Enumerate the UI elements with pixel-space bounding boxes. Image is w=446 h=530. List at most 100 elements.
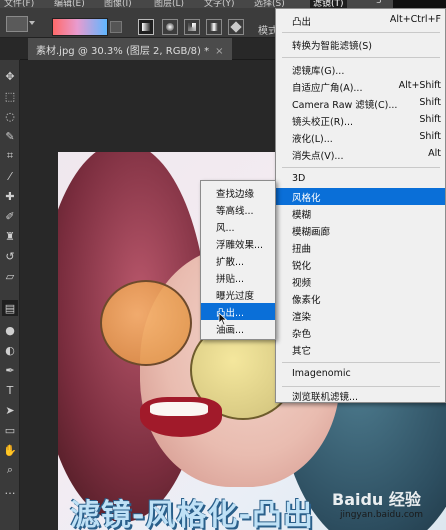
menu-item-label: 渲染: [292, 312, 312, 323]
menu-edit[interactable]: 编辑(E): [54, 0, 85, 8]
linear-gradient-button[interactable]: [138, 19, 154, 35]
history-brush-tool-icon[interactable]: ↺: [2, 248, 18, 264]
menu-type[interactable]: 文字(Y): [204, 0, 235, 8]
submenu-item-wind[interactable]: 风...: [201, 218, 275, 235]
menu-layer[interactable]: 图层(L): [154, 0, 184, 8]
dodge-tool-icon[interactable]: ◐: [2, 342, 18, 358]
hand-tool-icon[interactable]: ✋: [2, 442, 18, 458]
type-tool-icon[interactable]: T: [2, 382, 18, 398]
menu-item-blur-gallery[interactable]: 模糊画廊: [276, 222, 445, 239]
submenu-item-diffuse[interactable]: 扩散...: [201, 252, 275, 269]
menu-item-blur[interactable]: 模糊: [276, 205, 445, 222]
menu-item-shortcut: Shift: [419, 114, 441, 125]
eyedropper-tool-icon[interactable]: ⁄: [2, 168, 18, 184]
menu-item-pixelate[interactable]: 像素化: [276, 290, 445, 307]
menu-item-shortcut: Alt+Shift: [398, 80, 441, 91]
menu-item-sharpen[interactable]: 锐化: [276, 256, 445, 273]
reflected-gradient-button[interactable]: [206, 19, 222, 35]
submenu-item-contour[interactable]: 等高线...: [201, 201, 275, 218]
brush-tool-icon[interactable]: ✐: [2, 208, 18, 224]
menu-item-video[interactable]: 视频: [276, 273, 445, 290]
diamond-gradient-button[interactable]: [228, 19, 244, 35]
tools-panel: ✥ ⬚ ◌ ✎ ⌗ ⁄ ✚ ✐ ♜ ↺ ▱ ▤ ● ◐ ✒ T ➤ ▭ ✋ ⌕ …: [0, 60, 20, 530]
quick-select-tool-icon[interactable]: ✎: [2, 128, 18, 144]
angle-gradient-button[interactable]: [184, 19, 200, 35]
menu-item-3d[interactable]: 3D: [276, 171, 445, 188]
move-tool-icon[interactable]: ✥: [2, 68, 18, 84]
menu-item-camera-raw[interactable]: Camera Raw 滤镜(C)... Shift: [276, 95, 445, 112]
menu-item-adaptive-wide-angle[interactable]: 自适应广角(A)... Alt+Shift: [276, 78, 445, 95]
menu-separator: [282, 362, 440, 363]
submenu-item-tiles[interactable]: 拼贴...: [201, 269, 275, 286]
menu-item-lens-correction[interactable]: 镜头校正(R)... Shift: [276, 112, 445, 129]
lasso-tool-icon[interactable]: ◌: [2, 108, 18, 124]
path-select-tool-icon[interactable]: ➤: [2, 402, 18, 418]
menu-file[interactable]: 文件(F): [4, 0, 34, 8]
menu-separator: [282, 32, 440, 33]
menu-item-label: 扭曲: [292, 244, 312, 255]
filter-menu: 凸出 Alt+Ctrl+F 转换为智能滤镜(S) 滤镜库(G)... 自适应广角(…: [275, 8, 446, 403]
menu-3d[interactable]: 3: [376, 0, 382, 6]
menu-item-label: 锐化: [292, 261, 312, 272]
menu-item-label: 消失点(V)...: [292, 151, 344, 162]
left-lens: [100, 280, 192, 366]
menu-item-other[interactable]: 其它: [276, 341, 445, 358]
menu-item-label: 转换为智能滤镜(S): [292, 41, 372, 52]
shape-tool-icon[interactable]: ▭: [2, 422, 18, 438]
submenu-item-oil-paint[interactable]: 油画...: [201, 320, 275, 337]
menu-item-label: 液化(L)...: [292, 134, 333, 145]
menu-select[interactable]: 选择(S): [254, 0, 285, 8]
menu-image[interactable]: 图像(I): [104, 0, 132, 8]
more-tools-icon[interactable]: …: [2, 482, 18, 498]
watermark-url: jingyan.baidu.com: [340, 510, 424, 520]
gradient-picker-button[interactable]: [110, 21, 122, 33]
submenu-item-emboss[interactable]: 浮雕效果...: [201, 235, 275, 252]
menu-item-filter-gallery[interactable]: 滤镜库(G)...: [276, 61, 445, 78]
document-title: 素材.jpg @ 30.3% (图层 2, RGB/8) *: [36, 46, 210, 57]
menu-separator: [282, 57, 440, 58]
document-tab[interactable]: 素材.jpg @ 30.3% (图层 2, RGB/8) * ×: [28, 38, 232, 60]
menu-item-imagenomic[interactable]: Imagenomic: [276, 366, 445, 383]
menu-item-liquify[interactable]: 液化(L)... Shift: [276, 129, 445, 146]
menu-item-label: Imagenomic: [292, 368, 351, 379]
eraser-tool-icon[interactable]: ▱: [2, 268, 18, 284]
menu-item-shortcut: Shift: [419, 97, 441, 108]
menu-item-label: 模糊: [292, 210, 312, 221]
healing-tool-icon[interactable]: ✚: [2, 188, 18, 204]
menu-item-browse-online[interactable]: 浏览联机滤镜...: [276, 387, 445, 404]
marquee-tool-icon[interactable]: ⬚: [2, 88, 18, 104]
stamp-tool-icon[interactable]: ♜: [2, 228, 18, 244]
menu-item-noise[interactable]: 杂色: [276, 324, 445, 341]
menu-item-shortcut: Shift: [419, 131, 441, 142]
menu-item-convert-smart-filter[interactable]: 转换为智能滤镜(S): [276, 36, 445, 53]
menu-item-label: 模糊画廊: [292, 227, 331, 238]
menu-item-stylize[interactable]: 风格化: [276, 188, 445, 205]
zoom-tool-icon[interactable]: ⌕: [2, 462, 18, 478]
blur-tool-icon[interactable]: ●: [2, 322, 18, 338]
submenu-item-find-edges[interactable]: 查找边缘: [201, 184, 275, 201]
menu-item-label: 视频: [292, 278, 312, 289]
crop-tool-icon[interactable]: ⌗: [2, 148, 18, 164]
menu-item-last-filter[interactable]: 凸出 Alt+Ctrl+F: [276, 12, 445, 29]
menu-item-label: 自适应广角(A)...: [292, 83, 363, 94]
gradient-swatch[interactable]: [52, 18, 108, 36]
menu-item-distort[interactable]: 扭曲: [276, 239, 445, 256]
pen-tool-icon[interactable]: ✒: [2, 362, 18, 378]
menu-item-label: 风格化: [292, 193, 321, 204]
submenu-item-extrude[interactable]: 凸出...: [201, 303, 275, 320]
teeth: [150, 402, 208, 416]
menu-item-render[interactable]: 渲染: [276, 307, 445, 324]
mouse-cursor-icon: [218, 312, 228, 326]
menu-item-label: 凸出: [292, 17, 312, 28]
menu-separator: [282, 167, 440, 168]
radial-gradient-button[interactable]: [162, 19, 178, 35]
tool-preset-picker[interactable]: [6, 16, 35, 32]
menu-item-label: 3D: [292, 173, 306, 184]
gradient-tool-icon[interactable]: ▤: [2, 300, 18, 316]
menu-item-label: 滤镜库(G)...: [292, 66, 345, 77]
menu-bar: 文件(F) 编辑(E) 图像(I) 图层(L) 文字(Y) 选择(S) 滤镜(T…: [0, 0, 446, 8]
close-icon[interactable]: ×: [215, 46, 223, 57]
menu-filter[interactable]: 滤镜(T): [310, 0, 347, 8]
submenu-item-solarize[interactable]: 曝光过度: [201, 286, 275, 303]
menu-item-vanishing-point[interactable]: 消失点(V)... Alt: [276, 146, 445, 163]
